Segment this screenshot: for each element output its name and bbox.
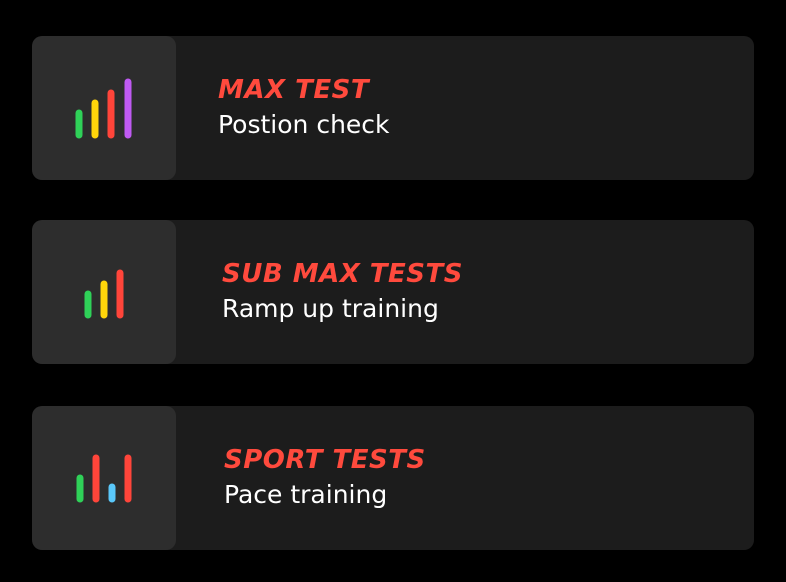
- sub-max-tests-text: SUB MAX TESTS Ramp up training: [222, 260, 463, 324]
- card-subtitle: Postion check: [218, 110, 390, 139]
- card-title: MAX TEST: [218, 75, 370, 105]
- sub-max-tests-icon-tile: [32, 220, 176, 364]
- card-subtitle: Pace training: [224, 480, 388, 509]
- card-title: SUB MAX TESTS: [222, 259, 463, 289]
- max-test-icon-tile: [32, 36, 176, 180]
- sport-tests-icon-tile: [32, 406, 176, 550]
- four-bar-signal-icon: [75, 78, 132, 139]
- activity-bars-icon: [76, 454, 132, 503]
- card-title: SPORT TESTS: [224, 445, 426, 475]
- sport-tests-text: SPORT TESTS Pace training: [224, 446, 426, 510]
- card-subtitle: Ramp up training: [222, 294, 439, 323]
- sport-tests-card[interactable]: SPORT TESTS Pace training: [32, 406, 754, 550]
- max-test-text: MAX TEST Postion check: [218, 76, 390, 140]
- sub-max-tests-card[interactable]: SUB MAX TESTS Ramp up training: [32, 220, 754, 364]
- three-bar-signal-icon: [84, 269, 124, 319]
- max-test-card[interactable]: MAX TEST Postion check: [32, 36, 754, 180]
